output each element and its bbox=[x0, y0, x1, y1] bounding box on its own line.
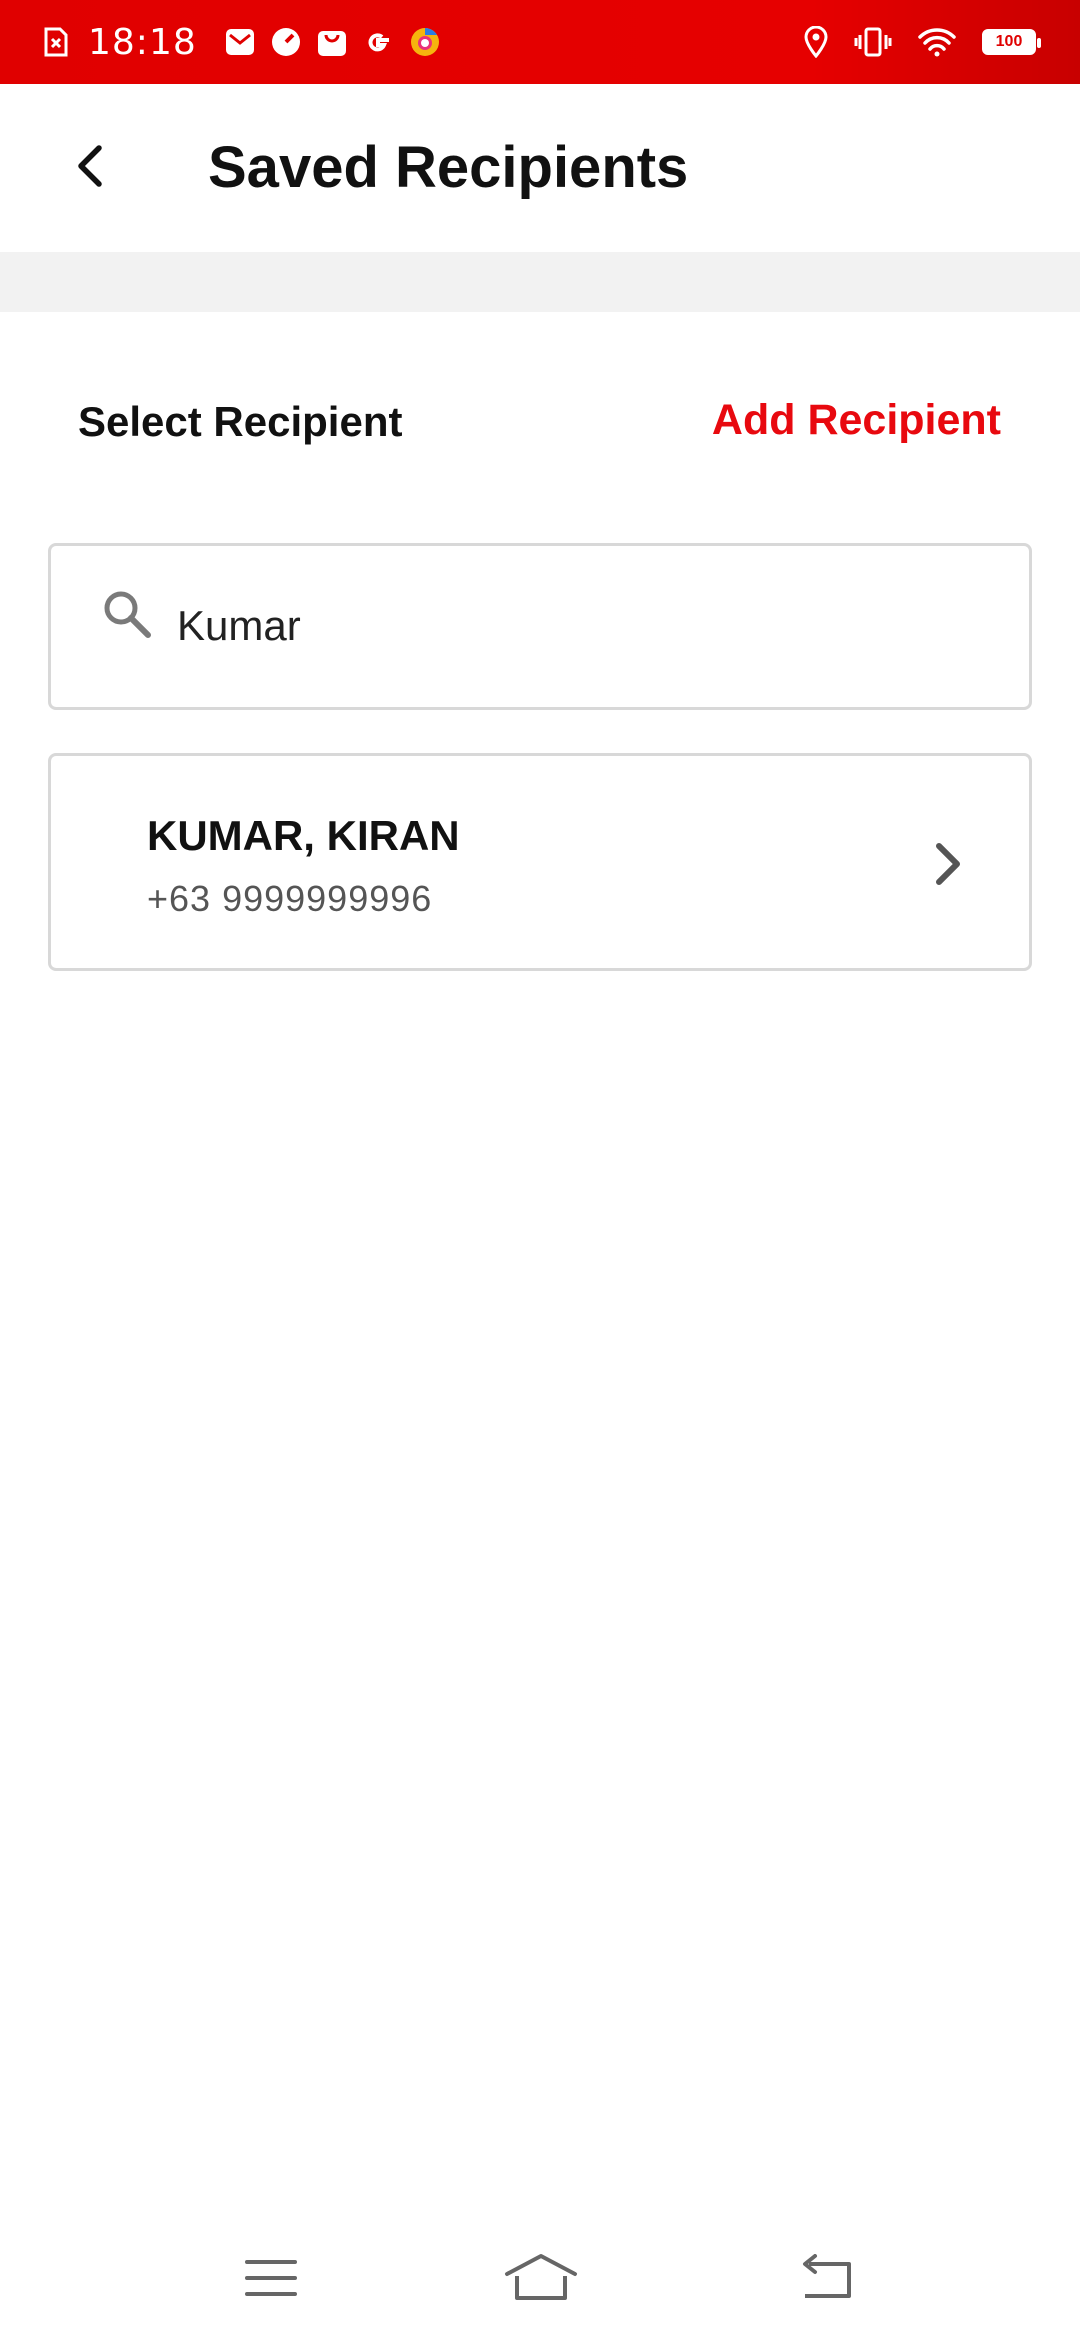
recipient-card[interactable]: KUMAR, KIRAN +63 9999999996 bbox=[48, 753, 1032, 971]
recipient-phone: +63 9999999996 bbox=[147, 878, 433, 919]
location-icon bbox=[804, 26, 828, 58]
browser-icon bbox=[409, 26, 441, 58]
back-icon bbox=[795, 2253, 855, 2307]
section-divider bbox=[0, 252, 1080, 312]
google-icon bbox=[363, 27, 393, 57]
status-time: 18:18 bbox=[88, 21, 197, 63]
status-bar: 18:18 100 bbox=[0, 0, 1080, 84]
navigation-bar bbox=[0, 2220, 1080, 2340]
sim-error-icon bbox=[44, 27, 68, 57]
search-icon bbox=[99, 586, 155, 642]
vibrate-icon bbox=[854, 27, 892, 57]
home-icon bbox=[503, 2252, 579, 2309]
chevron-right-icon bbox=[931, 836, 967, 892]
back-button[interactable] bbox=[60, 132, 120, 204]
menu-icon bbox=[243, 2256, 299, 2305]
app-bar: Saved Recipients bbox=[0, 84, 1080, 252]
nav-menu-button[interactable] bbox=[226, 2240, 316, 2320]
battery-icon: 100 bbox=[982, 29, 1041, 55]
shopping-bag-icon bbox=[317, 27, 347, 57]
select-recipient-label: Select Recipient bbox=[78, 398, 403, 445]
recipient-name: KUMAR, KIRAN bbox=[147, 812, 460, 859]
nav-back-button[interactable] bbox=[780, 2240, 870, 2320]
search-box[interactable] bbox=[48, 543, 1032, 710]
search-input[interactable] bbox=[177, 590, 997, 662]
page-title: Saved Recipients bbox=[208, 135, 689, 200]
mail-icon bbox=[225, 28, 255, 56]
chevron-left-icon bbox=[75, 144, 105, 193]
nav-home-button[interactable] bbox=[496, 2240, 586, 2320]
add-recipient-button[interactable]: Add Recipient bbox=[712, 396, 1001, 445]
speedometer-icon bbox=[271, 27, 301, 57]
wifi-icon bbox=[918, 27, 956, 57]
